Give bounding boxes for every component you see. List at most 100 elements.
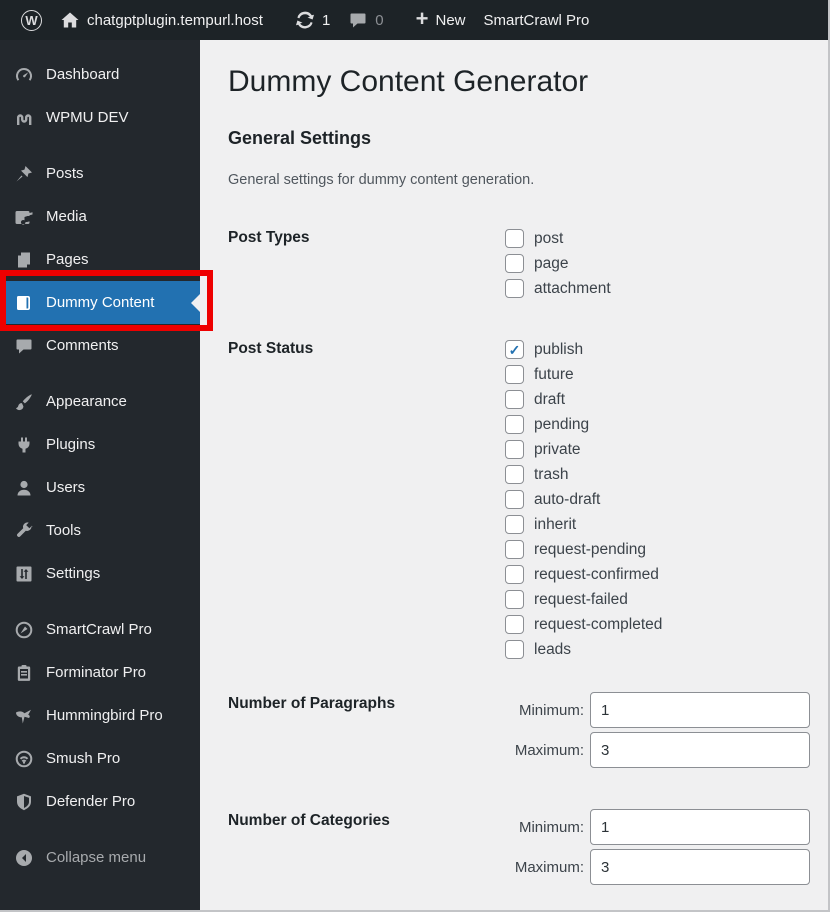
home-icon <box>60 10 80 30</box>
smartcrawl-label: SmartCrawl Pro <box>483 11 590 29</box>
paragraphs-maximum-input[interactable] <box>590 732 810 768</box>
sidebar-item-label: Dashboard <box>46 66 120 83</box>
wpmu-dev-icon <box>14 108 34 128</box>
sidebar-item-dummy-content[interactable]: Dummy Content <box>0 281 200 324</box>
form-row-number-of-categories: Number of Categories Minimum: Maximum: <box>228 809 810 889</box>
checkbox-request-confirmed[interactable] <box>505 565 524 584</box>
menu-group-content: Posts Media Pages Dummy Content Comments <box>0 152 200 367</box>
checkbox-attachment[interactable] <box>505 279 524 298</box>
checkbox-pending[interactable] <box>505 415 524 434</box>
sidebar-item-media[interactable]: Media <box>0 195 200 238</box>
checkbox-label: request-completed <box>534 615 663 633</box>
checkbox-option-pending: pending <box>505 412 806 437</box>
collapse-menu-button[interactable]: Collapse menu <box>0 836 200 879</box>
checkbox-future[interactable] <box>505 365 524 384</box>
pages-icon <box>14 250 34 270</box>
form-row-post-status: Post Status publish future draft <box>228 337 806 662</box>
sidebar-item-hummingbird-pro[interactable]: Hummingbird Pro <box>0 694 200 737</box>
sidebar-item-label: Posts <box>46 165 84 182</box>
sidebar-item-smush-pro[interactable]: Smush Pro <box>0 737 200 780</box>
new-label: New <box>435 11 466 29</box>
checkbox-label: request-confirmed <box>534 565 659 583</box>
comments-link[interactable]: 0 <box>339 0 392 40</box>
sidebar-item-wpmu-dev[interactable]: WPMU DEV <box>0 96 200 139</box>
site-name: chatgptplugin.tempurl.host <box>87 11 263 29</box>
media-icon <box>14 207 34 227</box>
wordpress-menu[interactable]: W <box>12 0 51 40</box>
smartcrawl-admin-bar-item[interactable]: SmartCrawl Pro <box>475 0 599 40</box>
sidebar-item-forminator-pro[interactable]: Forminator Pro <box>0 651 200 694</box>
site-link[interactable]: chatgptplugin.tempurl.host <box>51 0 272 40</box>
sidebar-item-plugins[interactable]: Plugins <box>0 423 200 466</box>
sidebar-item-label: Defender Pro <box>46 793 136 810</box>
checkbox-label: request-failed <box>534 590 628 608</box>
checkbox-leads[interactable] <box>505 640 524 659</box>
field-label-number-of-categories: Number of Categories <box>228 812 390 829</box>
sidebar-item-label: Hummingbird Pro <box>46 707 163 724</box>
checkbox-auto-draft[interactable] <box>505 490 524 509</box>
checkbox-inherit[interactable] <box>505 515 524 534</box>
sidebar-item-label: Smush Pro <box>46 750 121 767</box>
sidebar-item-label: SmartCrawl Pro <box>46 621 152 638</box>
sidebar-item-label: Comments <box>46 337 119 354</box>
checkbox-label: auto-draft <box>534 490 601 508</box>
sidebar-item-pages[interactable]: Pages <box>0 238 200 281</box>
sidebar-item-settings[interactable]: Settings <box>0 552 200 595</box>
dashboard-icon <box>14 65 34 85</box>
field-label-post-types: Post Types <box>228 229 310 246</box>
sidebar-item-comments[interactable]: Comments <box>0 324 200 367</box>
brush-icon <box>14 392 34 412</box>
menu-group-top: Dashboard WPMU DEV <box>0 53 200 139</box>
menu-group-plugins: SmartCrawl Pro Forminator Pro Hummingbir… <box>0 608 200 823</box>
section-description: General settings for dummy content gener… <box>228 172 535 188</box>
checkbox-request-failed[interactable] <box>505 590 524 609</box>
checkbox-option-request-failed: request-failed <box>505 587 806 612</box>
sidebar-item-dashboard[interactable]: Dashboard <box>0 53 200 96</box>
checkbox-page[interactable] <box>505 254 524 273</box>
sidebar-item-defender-pro[interactable]: Defender Pro <box>0 780 200 823</box>
checkbox-trash[interactable] <box>505 465 524 484</box>
sidebar-item-tools[interactable]: Tools <box>0 509 200 552</box>
admin-bar: W chatgptplugin.tempurl.host 1 0 + New S… <box>0 0 828 40</box>
checkbox-post[interactable] <box>505 229 524 248</box>
plug-icon <box>14 435 34 455</box>
maximum-label: Maximum: <box>514 858 584 876</box>
collapse-icon <box>14 848 34 868</box>
checkbox-request-pending[interactable] <box>505 540 524 559</box>
categories-maximum-input[interactable] <box>590 849 810 885</box>
checkbox-option-inherit: inherit <box>505 512 806 537</box>
minimum-label: Minimum: <box>518 818 584 836</box>
updates-link[interactable]: 1 <box>286 0 339 40</box>
checkbox-draft[interactable] <box>505 390 524 409</box>
sidebar-item-smartcrawl-pro[interactable]: SmartCrawl Pro <box>0 608 200 651</box>
sidebar-item-label: Forminator Pro <box>46 664 147 681</box>
wrench-icon <box>14 521 34 541</box>
checkbox-option-leads: leads <box>505 637 806 662</box>
field-label-post-status: Post Status <box>228 340 314 357</box>
field-label-number-of-paragraphs: Number of Paragraphs <box>228 695 396 712</box>
sidebar-item-appearance[interactable]: Appearance <box>0 380 200 423</box>
section-title: General Settings <box>228 128 372 148</box>
checkbox-publish[interactable] <box>505 340 524 359</box>
checkbox-label: private <box>534 440 581 458</box>
sidebar-item-label: Media <box>46 208 87 225</box>
categories-minimum-input[interactable] <box>590 809 810 845</box>
checkbox-label: request-pending <box>534 540 647 558</box>
checkbox-label: attachment <box>534 279 611 297</box>
checkbox-private[interactable] <box>505 440 524 459</box>
admin-sidebar: Dashboard WPMU DEV Posts Media Pages Dum… <box>0 40 200 910</box>
checkbox-option-post: post <box>505 226 806 251</box>
checkbox-request-completed[interactable] <box>505 615 524 634</box>
checkbox-label: post <box>534 229 564 247</box>
sidebar-item-label: Collapse menu <box>46 849 147 866</box>
sidebar-item-posts[interactable]: Posts <box>0 152 200 195</box>
checkbox-option-trash: trash <box>505 462 806 487</box>
checkbox-label: draft <box>534 390 566 408</box>
checkbox-option-page: page <box>505 251 806 276</box>
new-content-button[interactable]: + New <box>407 0 475 40</box>
sidebar-item-label: Users <box>46 479 86 496</box>
clipboard-icon <box>14 663 34 683</box>
paragraphs-minimum-input[interactable] <box>590 692 810 728</box>
sidebar-item-label: WPMU DEV <box>46 109 129 126</box>
sidebar-item-users[interactable]: Users <box>0 466 200 509</box>
